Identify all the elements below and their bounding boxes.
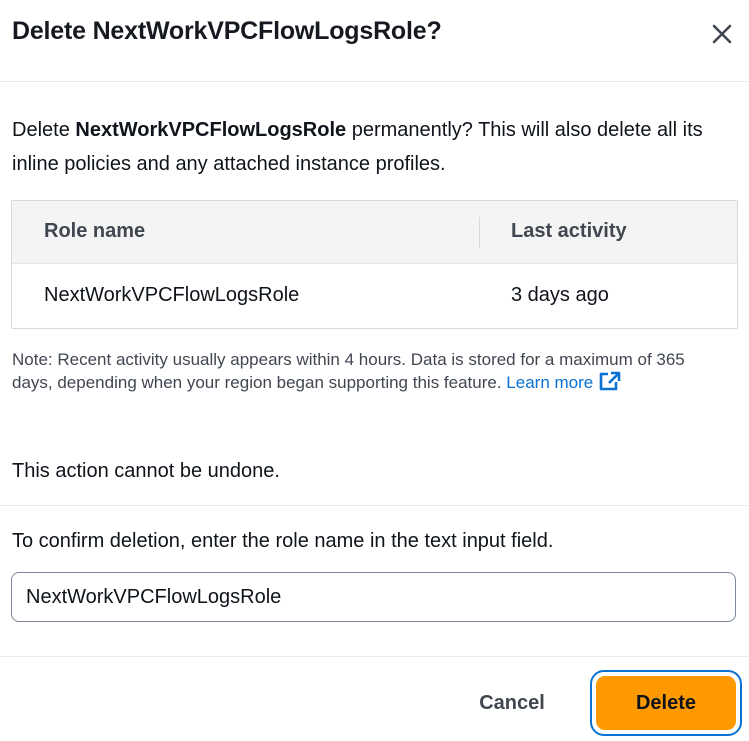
learn-more-label: Learn more <box>506 373 594 392</box>
confirm-label: To confirm deletion, enter the role name… <box>12 530 554 552</box>
delete-button-label: Delete <box>596 676 736 730</box>
column-header-role-name: Role name <box>44 220 146 242</box>
description-role-name: NextWorkVPCFlowLogsRole <box>75 119 347 141</box>
cell-last-activity: 3 days ago <box>511 284 609 306</box>
column-divider <box>479 217 480 248</box>
external-link-icon <box>599 371 621 391</box>
cancel-button[interactable]: Cancel <box>460 676 564 730</box>
description-prefix: Delete <box>12 119 76 141</box>
dialog-title: Delete NextWorkVPCFlowLogsRole? <box>12 17 442 45</box>
close-button[interactable] <box>706 18 738 50</box>
role-table: Role name Last activity NextWorkVPCFlowL… <box>11 200 738 329</box>
delete-role-dialog: Delete NextWorkVPCFlowLogsRole? Delete N… <box>0 0 749 741</box>
delete-button[interactable]: Delete <box>590 670 742 736</box>
activity-note: Note: Recent activity usually appears wi… <box>12 348 712 394</box>
dialog-header: Delete NextWorkVPCFlowLogsRole? <box>0 0 749 82</box>
table-header: Role name Last activity <box>12 201 737 264</box>
cell-role-name: NextWorkVPCFlowLogsRole <box>44 284 300 306</box>
learn-more-link[interactable]: Learn more <box>506 371 621 392</box>
confirm-role-name-input[interactable] <box>11 572 736 622</box>
divider <box>0 505 749 506</box>
close-icon <box>712 24 732 44</box>
column-header-last-activity: Last activity <box>511 220 627 242</box>
irreversible-warning: This action cannot be undone. <box>12 460 280 482</box>
footer-divider <box>0 656 749 657</box>
delete-description: Delete NextWorkVPCFlowLogsRole permanent… <box>12 113 712 181</box>
